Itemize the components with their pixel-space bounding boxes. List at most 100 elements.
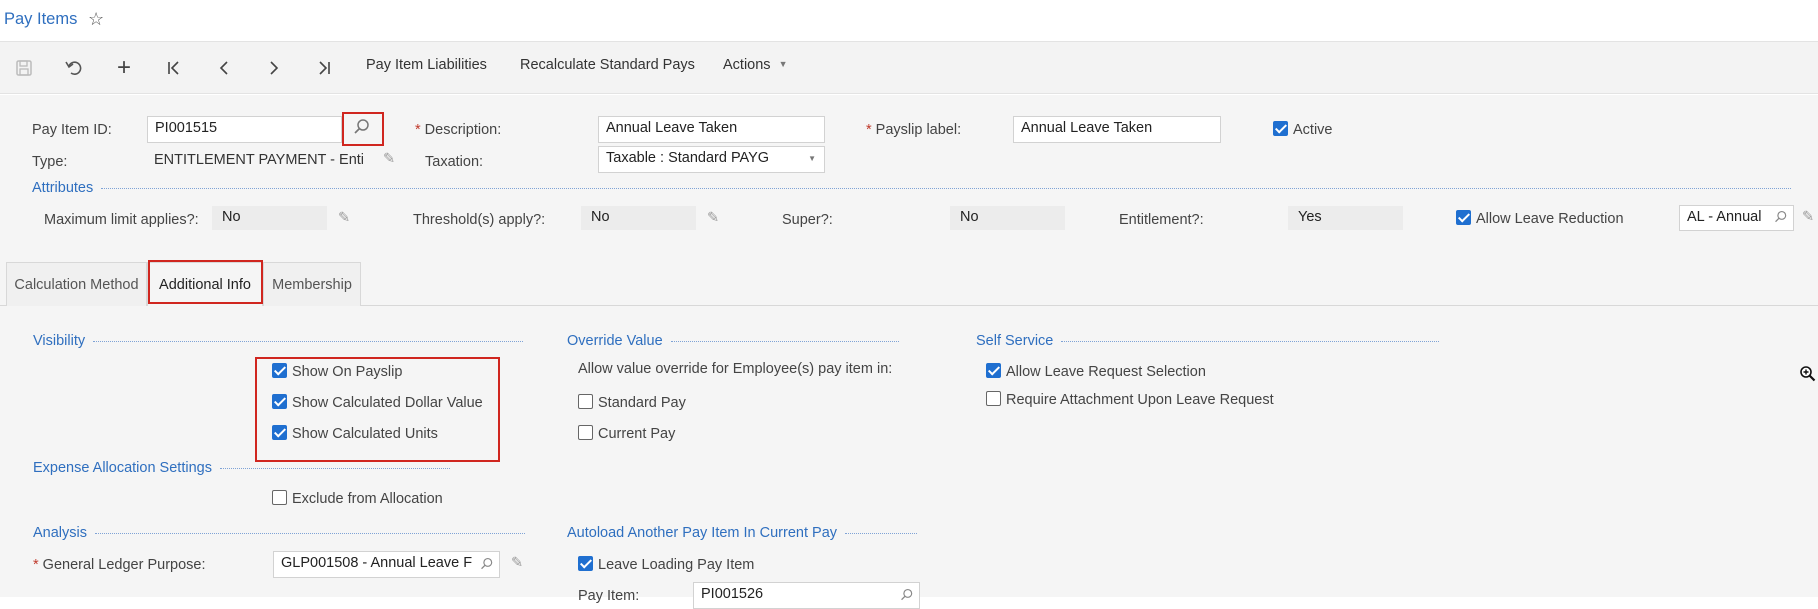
- require-attachment-checkbox[interactable]: Require Attachment Upon Leave Request: [986, 391, 1274, 408]
- section-divider: [219, 467, 450, 469]
- gl-purpose-input[interactable]: GLP001508 - Annual Leave F: [273, 551, 500, 578]
- gl-purpose-label: * General Ledger Purpose:: [33, 557, 206, 573]
- description-value: Annual Leave Taken: [606, 120, 738, 136]
- allow-leave-reduction-checkbox[interactable]: Allow Leave Reduction: [1456, 210, 1624, 227]
- override-section-title: Override Value: [567, 333, 899, 349]
- search-icon[interactable]: [1774, 210, 1788, 228]
- description-label: * Description:: [415, 122, 501, 138]
- actions-menu-button[interactable]: Actions ▼: [723, 57, 788, 73]
- search-icon[interactable]: [900, 588, 914, 606]
- save-icon[interactable]: [10, 50, 38, 86]
- standard-pay-checkbox[interactable]: Standard Pay: [578, 394, 686, 411]
- undo-icon[interactable]: [60, 50, 88, 86]
- tab-membership[interactable]: Membership: [263, 262, 361, 306]
- leave-loading-label: Leave Loading Pay Item: [598, 557, 755, 573]
- entitlement-value: Yes: [1298, 209, 1322, 225]
- show-on-payslip-checkbox[interactable]: Show On Payslip: [272, 363, 402, 380]
- exclude-allocation-checkbox[interactable]: Exclude from Allocation: [272, 490, 443, 507]
- show-units-label: Show Calculated Units: [292, 426, 438, 442]
- leave-loading-checkbox[interactable]: Leave Loading Pay Item: [578, 556, 754, 573]
- attributes-title: Attributes: [32, 180, 94, 196]
- gl-purpose-value: GLP001508 - Annual Leave F: [281, 555, 473, 571]
- leave-type-input[interactable]: AL - Annual: [1679, 205, 1794, 231]
- autoload-title: Autoload Another Pay Item In Current Pay: [567, 525, 838, 541]
- description-input[interactable]: Annual Leave Taken: [598, 116, 825, 143]
- highlight-tab: [148, 260, 263, 304]
- autoload-pay-item-input[interactable]: PI001526: [693, 582, 920, 609]
- max-limit-value: No: [222, 209, 241, 225]
- description-label-text: Description:: [424, 122, 502, 138]
- self-service-title: Self Service: [976, 333, 1054, 349]
- section-divider: [670, 340, 899, 342]
- edit-icon[interactable]: ✎: [338, 210, 350, 226]
- standard-pay-box[interactable]: [578, 394, 593, 409]
- recalculate-standard-pays-button[interactable]: Recalculate Standard Pays: [520, 57, 695, 73]
- self-service-section-title: Self Service: [976, 333, 1440, 349]
- allow-leave-request-box[interactable]: [986, 363, 1001, 378]
- last-record-icon[interactable]: [310, 50, 338, 86]
- section-divider: [93, 340, 524, 342]
- expense-allocation-title: Expense Allocation Settings: [33, 460, 212, 476]
- add-icon[interactable]: +: [110, 50, 138, 86]
- search-icon[interactable]: [353, 118, 371, 140]
- pay-item-id-input[interactable]: PI001515: [147, 116, 342, 143]
- show-units-checkbox[interactable]: Show Calculated Units: [272, 425, 438, 442]
- caret-down-icon: ▼: [778, 59, 788, 69]
- edit-icon[interactable]: ✎: [383, 151, 395, 167]
- leave-type-value: AL - Annual: [1687, 209, 1762, 225]
- override-description: Allow value override for Employee(s) pay…: [578, 361, 893, 377]
- autoload-pay-item-value: PI001526: [701, 586, 764, 602]
- tab-label: Membership: [272, 276, 352, 293]
- title-bar: Pay Items ☆: [0, 0, 1818, 42]
- edit-icon[interactable]: ✎: [511, 555, 523, 571]
- allow-leave-request-label: Allow Leave Request Selection: [1006, 364, 1206, 380]
- taxation-label: Taxation:: [425, 154, 484, 170]
- show-dollar-value-box[interactable]: [272, 394, 287, 409]
- show-dollar-value-checkbox[interactable]: Show Calculated Dollar Value: [272, 394, 483, 411]
- threshold-value: No: [591, 209, 610, 225]
- pay-item-liabilities-button[interactable]: Pay Item Liabilities: [366, 57, 487, 73]
- autoload-section-title: Autoload Another Pay Item In Current Pay: [567, 525, 918, 541]
- max-limit-label: Maximum limit applies?:: [44, 212, 199, 228]
- show-dollar-value-label: Show Calculated Dollar Value: [292, 395, 483, 411]
- edit-icon[interactable]: ✎: [1802, 209, 1814, 225]
- current-pay-box[interactable]: [578, 425, 593, 440]
- attributes-section-title: Attributes: [32, 180, 1792, 196]
- super-label: Super?:: [782, 212, 833, 228]
- entitlement-label: Entitlement?:: [1119, 212, 1204, 228]
- allow-leave-request-checkbox[interactable]: Allow Leave Request Selection: [986, 363, 1206, 380]
- max-limit-field: No: [212, 206, 327, 230]
- previous-record-icon[interactable]: [210, 50, 238, 86]
- active-checkbox[interactable]: Active: [1273, 121, 1333, 138]
- star-icon[interactable]: ☆: [88, 9, 104, 30]
- require-attachment-box[interactable]: [986, 391, 1001, 406]
- leave-loading-box[interactable]: [578, 556, 593, 571]
- threshold-label: Threshold(s) apply?:: [413, 212, 546, 228]
- entitlement-field: Yes: [1288, 206, 1403, 230]
- payslip-label-input[interactable]: Annual Leave Taken: [1013, 116, 1221, 143]
- section-divider: [1061, 340, 1440, 342]
- current-pay-checkbox[interactable]: Current Pay: [578, 425, 675, 442]
- allow-leave-reduction-box[interactable]: [1456, 210, 1471, 225]
- tab-calculation-method[interactable]: Calculation Method: [6, 262, 147, 306]
- section-divider: [95, 532, 525, 534]
- visibility-title: Visibility: [33, 333, 86, 349]
- show-units-box[interactable]: [272, 425, 287, 440]
- exclude-allocation-box[interactable]: [272, 490, 287, 505]
- require-attachment-label: Require Attachment Upon Leave Request: [1006, 392, 1274, 408]
- search-icon[interactable]: [480, 557, 494, 575]
- super-value: No: [960, 209, 979, 225]
- exclude-allocation-label: Exclude from Allocation: [292, 491, 443, 507]
- taxation-select[interactable]: Taxable : Standard PAYG ▼: [598, 146, 825, 173]
- payslip-label-label-text: Payslip label:: [875, 122, 962, 138]
- edit-icon[interactable]: ✎: [707, 210, 719, 226]
- override-title: Override Value: [567, 333, 663, 349]
- show-on-payslip-box[interactable]: [272, 363, 287, 378]
- active-checkbox-box[interactable]: [1273, 121, 1288, 136]
- current-pay-label: Current Pay: [598, 426, 676, 442]
- standard-pay-label: Standard Pay: [598, 395, 686, 411]
- next-record-icon[interactable]: [260, 50, 288, 86]
- type-label: Type:: [32, 154, 68, 170]
- first-record-icon[interactable]: [160, 50, 188, 86]
- required-marker: *: [415, 122, 425, 138]
